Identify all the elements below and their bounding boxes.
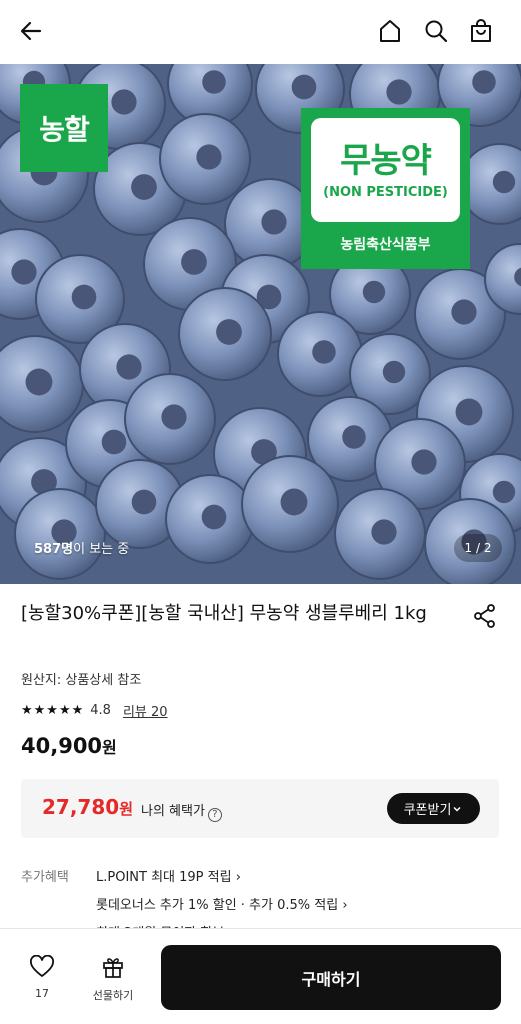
shopping-bag-icon[interactable] [466,16,496,46]
blueberry-crown [25,368,53,396]
cert-subtitle: (NON PESTICIDE) [323,184,448,200]
benefit-label: 나의 혜택가? [141,800,222,822]
benefit-label-text: 나의 혜택가 [141,804,205,819]
wish-count: 17 [35,987,49,1000]
coupon-button-label: 쿠폰받기 [403,803,452,818]
help-icon[interactable]: ? [207,808,222,822]
blueberry-crown [161,404,187,430]
blueberry-crown [196,144,222,170]
blueberry-crown [342,425,366,449]
blueberry-crown [101,429,127,455]
lpoint-benefit[interactable]: L.POINT 최대 19P 적립 › [96,866,241,885]
extra-benefit-label: 추가혜택 [21,870,69,885]
blueberry-crown [455,398,483,426]
top-bar [0,0,521,64]
review-link[interactable]: 리뷰 20 [123,701,168,720]
rating-score: 4.8 [90,703,111,718]
blueberry-crown [382,360,406,384]
bottom-action-bar: 17 선물하기 구매하기 [0,928,521,1024]
blueberry-crown [131,489,157,515]
product-image[interactable]: 농할 무농약 (NON PESTICIDE) 농림축산식품부 587명이 보는 … [0,64,521,584]
coupon-button[interactable]: 쿠폰받기 [387,793,480,824]
chevron-down-icon [453,806,461,812]
rating-row: ★★★★★ 4.8 리뷰 20 [21,701,168,720]
benefit-price-unit: 원 [119,800,133,818]
blueberry-crown [11,259,37,285]
blueberry-crown [411,449,437,475]
home-icon[interactable] [375,16,405,46]
blueberry-crown [451,299,477,325]
image-pager: 1 / 2 [454,534,502,562]
viewer-suffix: 이 보는 중 [73,542,130,557]
price-value: 40,900 [21,734,103,758]
star-rating-icons: ★★★★★ [21,703,85,718]
back-arrow-icon[interactable] [16,16,46,46]
viewer-count: 587명이 보는 중 [34,538,129,557]
lotte-owners-benefit[interactable]: 롯데오너스 추가 1% 할인 · 추가 0.5% 적립 › [96,894,348,913]
viewer-number: 587명 [34,542,74,557]
cert-title: 무농약 [340,140,432,181]
benefit-price-value: 27,780 [42,795,120,819]
blueberry-crown [291,74,317,100]
price-unit: 원 [102,738,117,757]
product-price: 40,900원 [21,734,117,758]
blueberry-crown [312,340,336,364]
origin-info: 원산지: 상품상세 참조 [21,673,142,688]
benefit-price: 27,780원 [42,795,133,819]
search-icon[interactable] [421,16,451,46]
share-icon[interactable] [472,603,498,629]
blueberry-crown [472,70,496,94]
blueberry-crown [280,488,308,516]
gift-button[interactable]: 선물하기 [86,955,140,1003]
gift-label: 선물하기 [92,989,134,1002]
blueberry-crown [201,504,227,530]
blueberry-crown [71,284,97,310]
blueberry-crown [216,319,242,345]
blueberry-crown [261,209,287,235]
benefit-price-box: 27,780원 나의 혜택가? 쿠폰받기 [21,779,499,838]
blueberry-crown [492,480,516,504]
blueberry-crown [362,280,386,304]
blueberry-crown [131,174,157,200]
product-title: [농할30%쿠폰][농할 국내산] 무농약 생블루베리 1kg [21,603,427,624]
heart-icon [30,954,54,977]
gift-icon [103,958,123,978]
nonghal-logo: 농할 [20,84,108,172]
blueberry-crown [181,249,207,275]
blueberry-crown [111,89,137,115]
blueberry-crown [202,70,226,94]
blueberry-crown [492,170,516,194]
blueberry-crown [386,79,412,105]
buy-button[interactable]: 구매하기 [161,945,501,1010]
blueberry-crown [371,519,397,545]
wishlist-button[interactable]: 17 [22,954,62,1000]
blueberry-crown [116,354,142,380]
cert-ministry: 농림축산식품부 [340,237,431,253]
non-pesticide-certification-mark: 무농약 (NON PESTICIDE) 농림축산식품부 [301,108,470,269]
